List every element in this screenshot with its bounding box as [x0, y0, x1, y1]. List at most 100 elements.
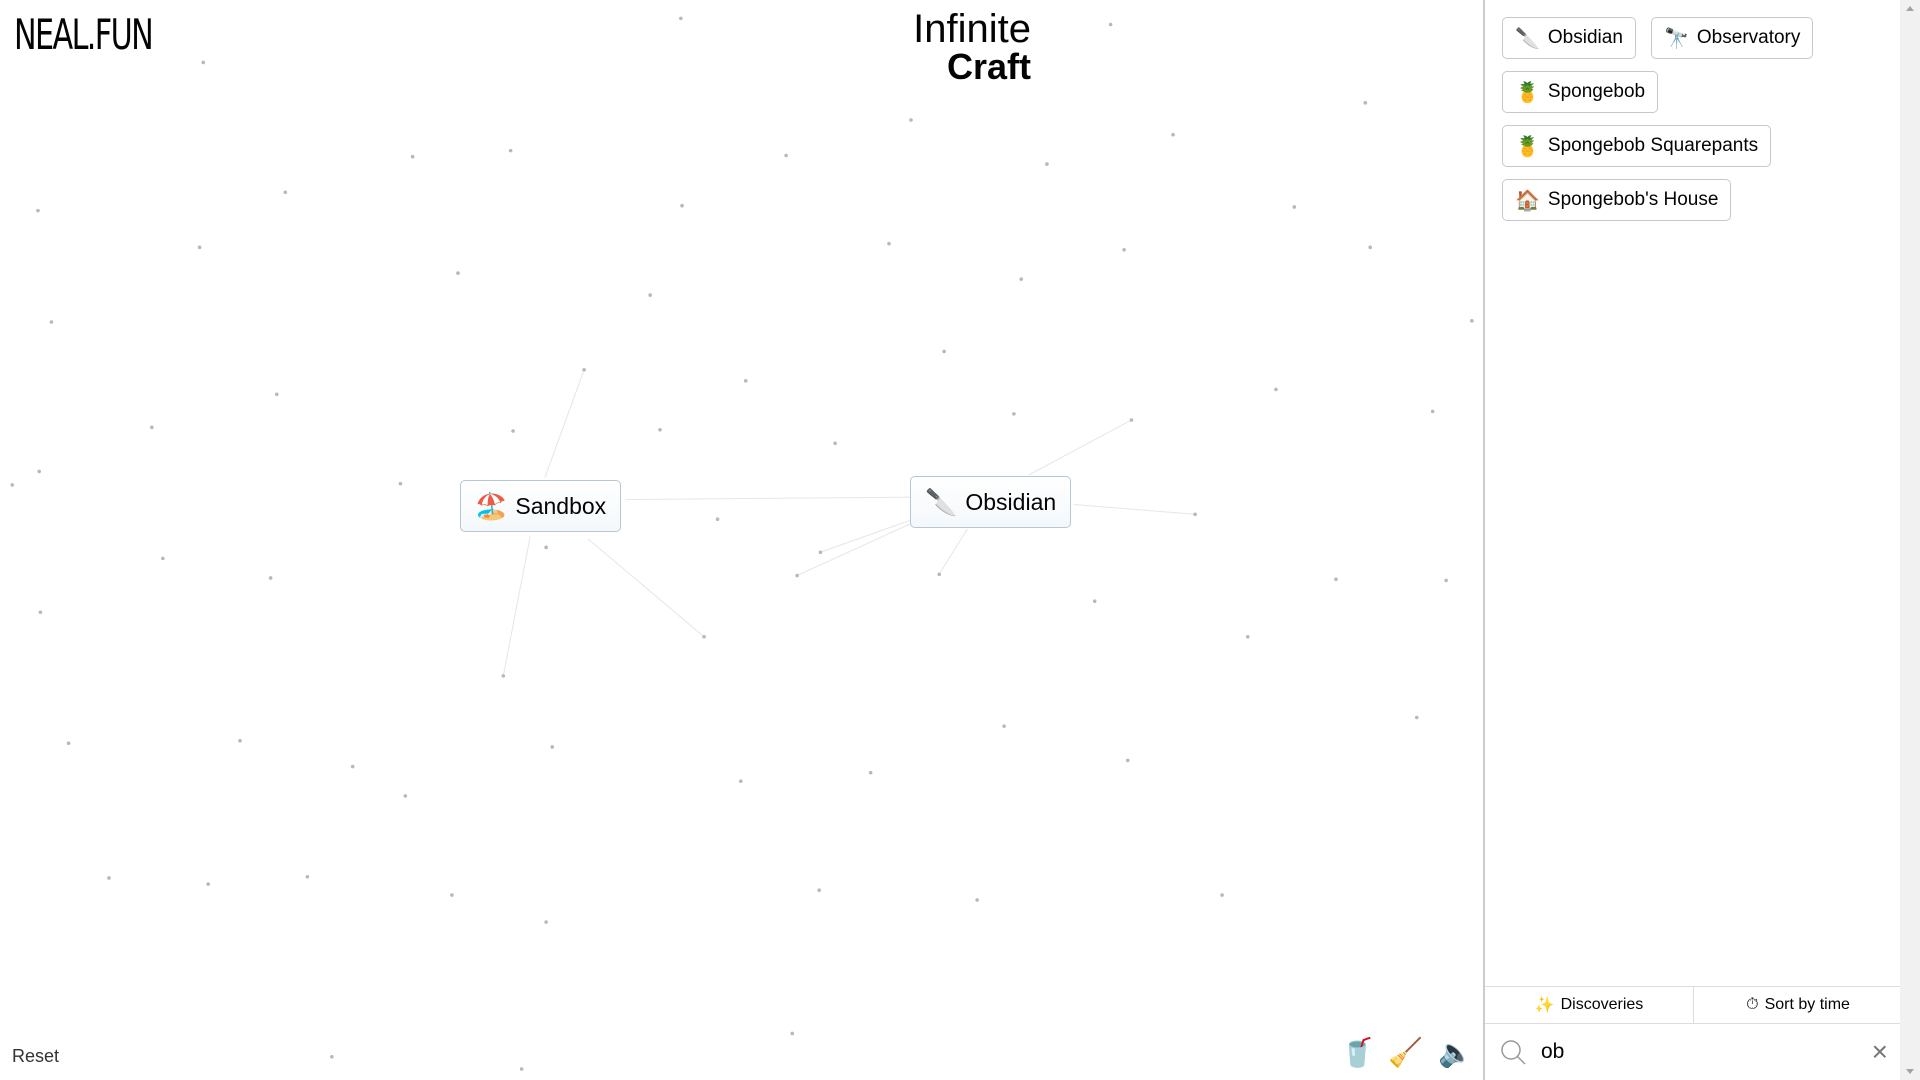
particle-link	[938, 528, 968, 575]
particle-dot	[818, 550, 823, 555]
particle-dot	[1171, 132, 1175, 137]
scroll-up-arrow[interactable]	[1906, 6, 1914, 11]
particle-dot	[784, 153, 788, 158]
knife-icon: 🔪	[1515, 27, 1540, 50]
particle-dot	[679, 16, 683, 21]
particle-dot	[887, 241, 891, 246]
particle-dot	[107, 876, 111, 880]
sidebar-item-spongebob[interactable]: 🍍 Spongebob	[1502, 71, 1659, 113]
particle-dot	[238, 739, 242, 743]
particle-link	[1073, 503, 1196, 515]
particle-dot	[544, 920, 548, 924]
search-input[interactable]	[1541, 1040, 1858, 1064]
coffee-cup-icon[interactable]: 🥤	[1340, 1036, 1375, 1069]
particle-dot	[283, 190, 288, 195]
particle-dot	[550, 745, 555, 749]
neal-fun-logo[interactable]: NEAL.FUN	[14, 10, 154, 59]
particle-dot	[790, 1031, 795, 1036]
particle-dot	[49, 320, 54, 324]
particle-dot	[1274, 387, 1278, 392]
sidebar-item-observatory[interactable]: 🔭 Observatory	[1651, 17, 1814, 59]
search-icon	[1501, 1040, 1526, 1065]
particle-dot	[1002, 724, 1006, 728]
particle-dot	[350, 764, 355, 769]
item-label: Spongebob's House	[1547, 189, 1719, 210]
particle-dot	[1444, 578, 1448, 583]
particle-dot	[305, 874, 310, 879]
particle-dot	[1129, 418, 1134, 422]
item-label: Obsidian	[965, 488, 1057, 515]
house-icon: 🏠	[1515, 189, 1540, 212]
background-particles	[10, 16, 1474, 1071]
particle-dot	[150, 425, 154, 430]
item-label: Obsidian	[1547, 27, 1623, 48]
sparkles-icon: ✨	[1534, 997, 1555, 1014]
particle-link	[1028, 419, 1132, 476]
particle-dot	[715, 517, 720, 521]
sidebar-item-spongebob-squarepants[interactable]: 🍍 Spongebob Squarepants	[1502, 125, 1772, 167]
canvas-item-obsidian[interactable]: 🔪 Obsidian	[910, 476, 1072, 528]
particle-dot	[36, 208, 40, 213]
search-bar: ×	[1485, 1024, 1902, 1080]
particle-dot	[702, 634, 706, 639]
particle-link	[587, 538, 705, 638]
particle-dot	[1122, 247, 1126, 252]
reset-button[interactable]: Reset	[12, 1046, 59, 1067]
sort-by-time-button[interactable]: ⏱ Sort by time	[1693, 987, 1902, 1023]
telescope-icon: 🔭	[1664, 27, 1689, 50]
particle-dot	[1414, 715, 1419, 720]
scrollbar[interactable]	[1900, 0, 1920, 1080]
timer-icon: ⏱	[1746, 996, 1759, 1013]
particle-dot	[1019, 277, 1024, 281]
item-label: Observatory	[1696, 27, 1801, 48]
canvas-item-sandbox[interactable]: 🏖️ Sandbox	[460, 480, 622, 532]
discoveries-button[interactable]: ✨ Discoveries	[1485, 987, 1693, 1023]
beach-icon: 🏖️	[475, 490, 508, 521]
particle-dot	[1012, 412, 1016, 416]
item-label: Sandbox	[515, 492, 607, 519]
particle-dot	[937, 572, 941, 577]
particle-dot	[10, 483, 15, 487]
particle-dot	[403, 794, 408, 798]
particle-dot	[511, 429, 515, 433]
particle-link	[796, 523, 911, 576]
crafting-canvas[interactable]: NEAL.FUN Infinite Craft 🏖️ Sandbox 🔪 Obs…	[0, 0, 1483, 1080]
speaker-icon[interactable]: 🔈	[1438, 1036, 1473, 1069]
particle-dot	[501, 674, 506, 678]
broom-icon[interactable]: 🧹	[1388, 1036, 1423, 1069]
particle-dot	[1193, 512, 1197, 517]
particle-dot	[201, 60, 206, 65]
clear-search-icon[interactable]: ×	[1872, 1036, 1888, 1068]
sidebar-item-obsidian[interactable]: 🔪 Obsidian	[1502, 17, 1636, 59]
particle-dot	[450, 893, 454, 897]
particle-dot	[66, 741, 71, 746]
particle-dot	[508, 148, 513, 153]
tab-label: Discoveries	[1560, 996, 1644, 1013]
particle-dot	[658, 427, 662, 432]
particle-dot	[161, 556, 165, 561]
particle-dot	[1368, 245, 1373, 250]
particle-dot	[1092, 599, 1097, 604]
particle-dot	[833, 441, 837, 446]
particle-dot	[330, 1054, 334, 1059]
particle-dot	[1292, 205, 1297, 209]
particle-link	[544, 369, 585, 478]
particle-dot	[206, 882, 210, 886]
particle-dot	[268, 576, 273, 580]
sidebar-tabs: ✨ Discoveries ⏱ Sort by time	[1485, 986, 1902, 1024]
particle-dot	[1334, 577, 1338, 581]
particle-dot	[37, 469, 41, 474]
particle-dot	[410, 154, 415, 159]
scroll-down-arrow[interactable]	[1906, 1069, 1914, 1074]
particle-dot	[1125, 758, 1130, 763]
particle-dot	[680, 203, 684, 208]
particle-dot	[868, 770, 873, 775]
infinite-craft-title: Infinite Craft	[913, 7, 1031, 86]
particle-dot	[544, 545, 548, 550]
sidebar: 🔪 Obsidian 🔭 Observatory 🍍 Spongebob 🍍 Spong…	[1483, 0, 1902, 1080]
particle-link	[820, 519, 910, 553]
title-line-1: Infinite	[913, 7, 1031, 51]
pineapple-icon: 🍍	[1515, 135, 1540, 158]
sidebar-item-spongebobs-house[interactable]: 🏠 Spongebob's House	[1502, 179, 1732, 221]
particle-link	[625, 496, 910, 501]
